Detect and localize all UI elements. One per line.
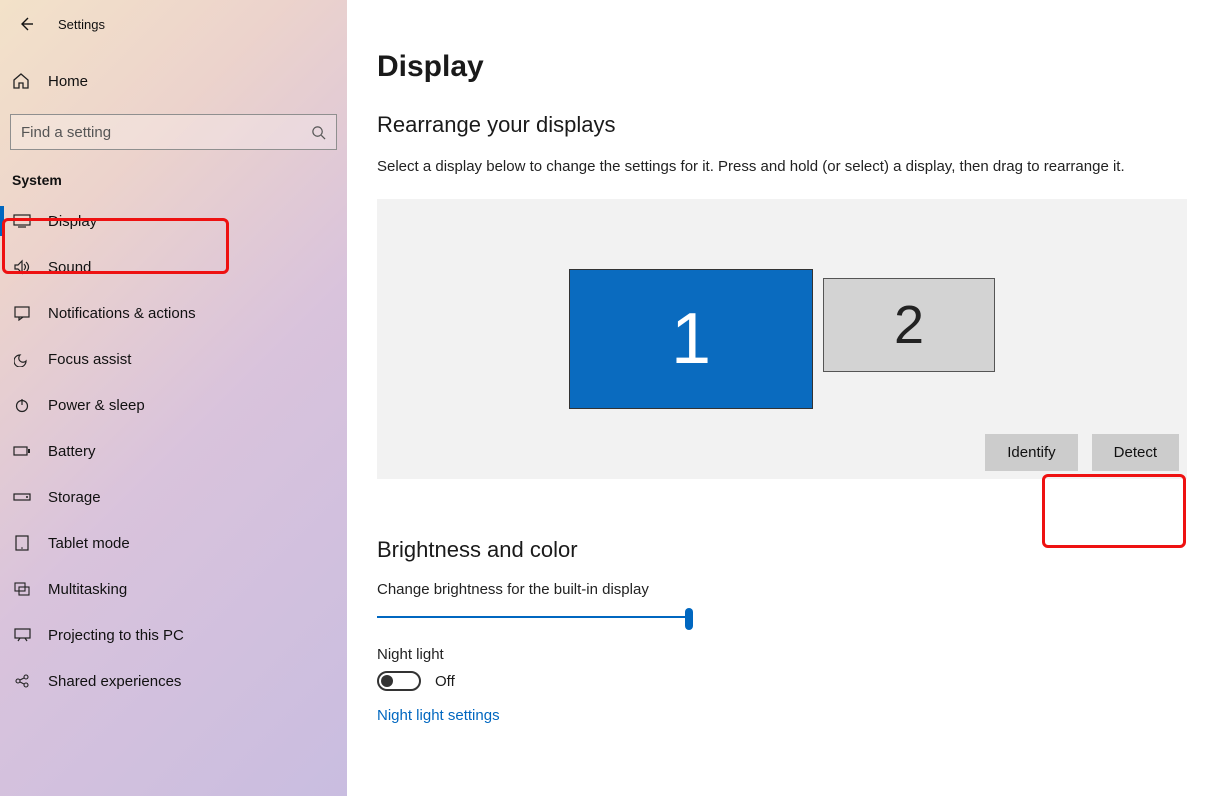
sidebar-item-label: Notifications & actions	[48, 305, 196, 322]
sidebar-item-multitasking[interactable]: Multitasking	[0, 566, 347, 612]
sidebar-item-notifications[interactable]: Notifications & actions	[0, 290, 347, 336]
section-brightness-title: Brightness and color	[377, 537, 1216, 563]
monitor-1[interactable]: 1	[569, 269, 813, 409]
slider-thumb[interactable]	[685, 608, 693, 630]
display-icon	[12, 214, 32, 228]
window-title: Settings	[58, 17, 105, 32]
sidebar-item-tablet-mode[interactable]: Tablet mode	[0, 520, 347, 566]
main-content: Display Rearrange your displays Select a…	[347, 0, 1216, 796]
sidebar-item-label: Multitasking	[48, 581, 127, 598]
notifications-icon	[12, 305, 32, 321]
battery-icon	[12, 445, 32, 457]
sidebar-item-projecting[interactable]: Projecting to this PC	[0, 612, 347, 658]
home-icon	[12, 72, 32, 90]
focus-assist-icon	[12, 351, 32, 367]
sound-icon	[12, 259, 32, 275]
sidebar: Settings Home System Display Sound	[0, 0, 347, 796]
monitor-2-number: 2	[894, 294, 924, 356]
search-icon	[311, 125, 326, 140]
section-rearrange-helper: Select a display below to change the set…	[377, 158, 1216, 175]
sidebar-item-focus-assist[interactable]: Focus assist	[0, 336, 347, 382]
projecting-icon	[12, 628, 32, 642]
detect-button[interactable]: Detect	[1092, 434, 1179, 471]
search-input-wrap[interactable]	[10, 114, 337, 150]
multitasking-icon	[12, 582, 32, 596]
identify-button[interactable]: Identify	[985, 434, 1077, 471]
nightlight-label: Night light	[377, 646, 1216, 663]
search-input[interactable]	[21, 124, 311, 141]
sidebar-category: System	[0, 168, 347, 198]
storage-icon	[12, 492, 32, 502]
display-arrangement-area[interactable]: 1 2 Identify Detect	[377, 199, 1187, 479]
sidebar-item-sound[interactable]: Sound	[0, 244, 347, 290]
back-button[interactable]	[12, 10, 40, 38]
shared-icon	[12, 673, 32, 689]
brightness-slider-label: Change brightness for the built-in displ…	[377, 581, 1216, 598]
power-icon	[12, 397, 32, 413]
sidebar-item-label: Shared experiences	[48, 673, 181, 690]
sidebar-item-battery[interactable]: Battery	[0, 428, 347, 474]
section-rearrange-title: Rearrange your displays	[377, 112, 1216, 138]
monitor-1-number: 1	[671, 298, 711, 380]
nightlight-state: Off	[435, 673, 455, 690]
sidebar-item-label: Sound	[48, 259, 91, 276]
tablet-icon	[12, 535, 32, 551]
sidebar-item-label: Power & sleep	[48, 397, 145, 414]
monitor-2[interactable]: 2	[823, 278, 995, 372]
sidebar-item-storage[interactable]: Storage	[0, 474, 347, 520]
toggle-knob	[381, 675, 393, 687]
sidebar-home-label: Home	[48, 73, 88, 90]
nightlight-settings-link[interactable]: Night light settings	[377, 707, 1216, 724]
slider-track	[377, 616, 693, 618]
sidebar-home[interactable]: Home	[0, 44, 347, 110]
sidebar-item-label: Storage	[48, 489, 101, 506]
sidebar-item-shared-experiences[interactable]: Shared experiences	[0, 658, 347, 704]
page-title: Display	[377, 50, 1216, 84]
sidebar-item-label: Focus assist	[48, 351, 131, 368]
sidebar-item-label: Projecting to this PC	[48, 627, 184, 644]
brightness-slider[interactable]	[377, 606, 693, 628]
nightlight-toggle[interactable]	[377, 671, 421, 691]
sidebar-item-power-sleep[interactable]: Power & sleep	[0, 382, 347, 428]
sidebar-item-display[interactable]: Display	[0, 198, 347, 244]
sidebar-item-label: Display	[48, 213, 97, 230]
sidebar-item-label: Tablet mode	[48, 535, 130, 552]
sidebar-item-label: Battery	[48, 443, 96, 460]
